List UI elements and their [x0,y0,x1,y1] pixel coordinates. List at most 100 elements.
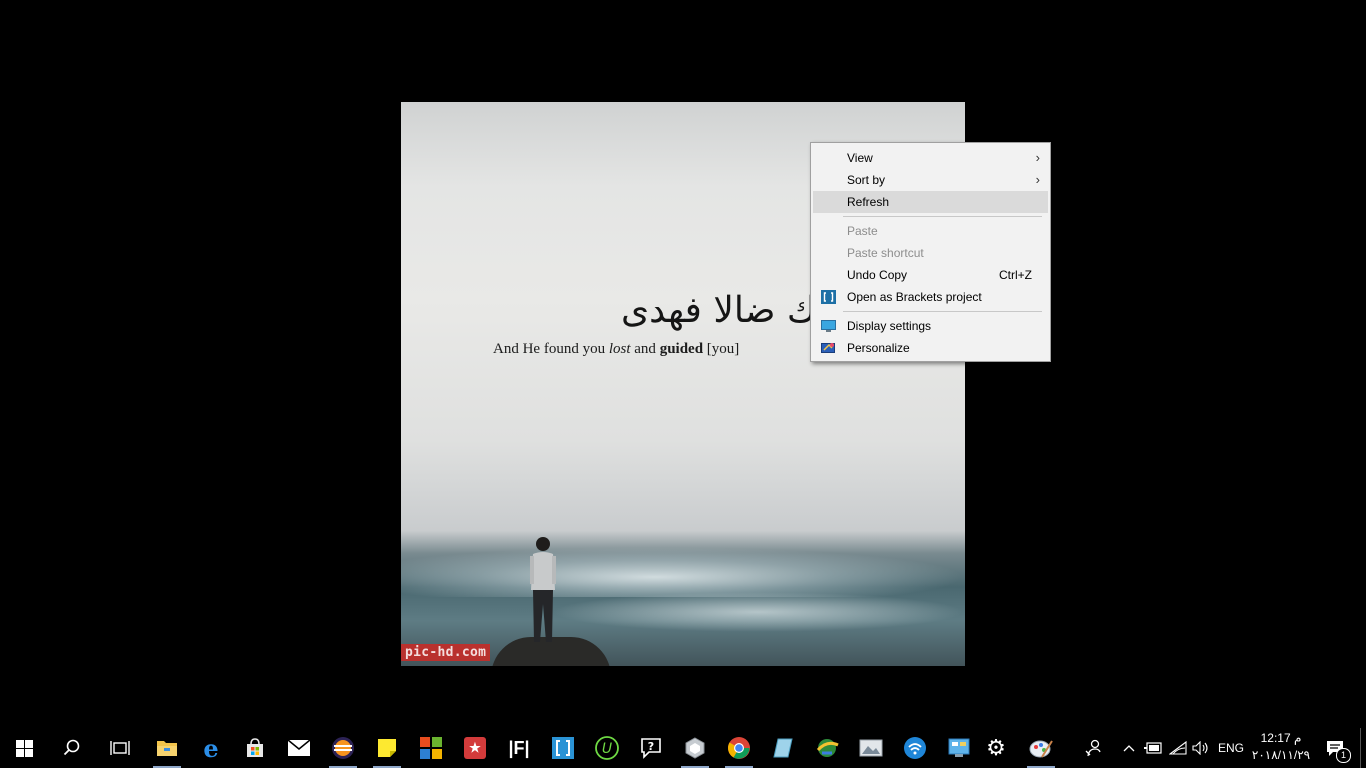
photos-icon [859,739,883,757]
network-button[interactable] [1166,728,1190,768]
taskbar-office[interactable] [411,728,451,768]
search-button[interactable] [52,728,92,768]
menu-item-label: Paste [847,224,878,238]
menu-item-label: Refresh [847,195,890,209]
clock-time: 12:17 م [1260,731,1302,745]
windows-logo-icon [15,739,33,757]
store-icon [247,738,263,757]
fl-icon: |F| [508,737,530,758]
paint-icon [1029,740,1053,758]
wunderlist-icon: ★ [464,737,486,759]
clock[interactable]: 12:17 م ٢٠١٨/١١/٢٩ [1250,730,1312,766]
start-button[interactable] [4,728,44,768]
feedback-icon: ? [641,738,661,759]
menu-item-display-settings[interactable]: Display settings [813,315,1048,337]
search-icon [63,739,80,756]
taskbar-chrome[interactable] [719,728,759,768]
taskbar-brackets[interactable] [543,728,583,768]
brackets-icon [821,290,836,304]
taskbar: e ★ |F| U ? ⚙ ENG 12:17 م ٢٠١٨/١١/٢٩ 1 [0,728,1366,768]
action-center-button[interactable]: 1 [1320,728,1351,768]
taskbar-settings[interactable]: ⚙ [976,728,1016,768]
shield-icon [685,737,705,759]
verse-lost: lost [608,341,631,357]
taskbar-upwork[interactable]: U [587,728,627,768]
taskbar-fl[interactable]: |F| [499,728,539,768]
wifi-icon [1169,741,1187,755]
menu-item-view[interactable]: View › [813,147,1048,169]
eclipse-icon [332,737,354,759]
taskbar-eclipse[interactable] [323,728,363,768]
taskbar-feedback[interactable]: ? [631,728,671,768]
chevron-right-icon: › [1035,172,1040,187]
upwork-icon: U [595,736,619,760]
verse-and: and [634,341,656,357]
sea-foam [401,547,965,597]
menu-item-paste[interactable]: Paste [813,220,1048,242]
taskbar-edge[interactable]: e [191,728,231,768]
watermark: pic-hd.com [401,644,491,661]
show-hidden-icons-button[interactable] [1118,728,1140,768]
menu-item-label: Personalize [847,341,910,355]
taskbar-internet-download[interactable] [807,728,847,768]
edge-icon: e [203,733,219,763]
menu-item-shortcut: Ctrl+Z [999,268,1032,282]
people-button[interactable] [1080,728,1108,768]
office-icon [420,737,442,759]
menu-item-sort-by[interactable]: Sort by › [813,169,1048,191]
taskbar-control-panel[interactable] [939,728,979,768]
taskbar-paint[interactable] [1021,728,1061,768]
svg-text:U: U [602,741,612,757]
notification-count-badge: 1 [1336,748,1351,763]
battery-button[interactable] [1142,728,1164,768]
taskbar-shield[interactable] [675,728,715,768]
menu-item-refresh[interactable]: Refresh [813,191,1048,213]
task-view-icon [110,741,130,755]
menu-item-label: Undo Copy [847,268,908,282]
taskbar-file-explorer[interactable] [147,728,187,768]
verse-prefix: And He found you [493,341,606,357]
taskbar-mail[interactable] [279,728,319,768]
taskbar-notes[interactable] [763,728,803,768]
battery-icon [1144,742,1162,754]
show-desktop-button[interactable] [1360,728,1366,768]
internet-download-icon [816,739,839,757]
taskbar-wifi-app[interactable] [895,728,935,768]
menu-item-label: Paste shortcut [847,246,924,260]
sticky-notes-icon [378,739,396,757]
chevron-up-icon [1123,745,1135,752]
svg-text:?: ? [648,740,654,753]
volume-button[interactable] [1190,728,1212,768]
task-view-button[interactable] [100,728,140,768]
control-panel-icon [948,738,970,757]
input-language-button[interactable]: ENG [1214,728,1248,768]
wifi-app-icon [904,737,926,759]
personalize-icon [821,343,835,353]
sea-foam-lower [551,592,965,632]
menu-item-personalize[interactable]: Personalize [813,337,1048,359]
taskbar-wunderlist[interactable]: ★ [455,728,495,768]
menu-item-undo-copy[interactable]: Undo Copy Ctrl+Z [813,264,1048,286]
english-verse: And He found you lost and guided [you] [493,341,739,358]
mail-icon [287,739,311,756]
display-icon [821,320,836,332]
menu-item-label: Display settings [847,319,932,333]
menu-item-label: Sort by [847,173,886,187]
taskbar-sticky-notes[interactable] [367,728,407,768]
menu-item-paste-shortcut[interactable]: Paste shortcut [813,242,1048,264]
chevron-right-icon: › [1035,150,1040,165]
menu-item-label: Open as Brackets project [847,290,982,304]
taskbar-photos[interactable] [851,728,891,768]
brackets-icon [552,737,574,759]
menu-item-open-brackets[interactable]: Open as Brackets project [813,286,1048,308]
menu-separator [843,311,1042,312]
file-explorer-icon [157,741,177,756]
desktop-context-menu: View › Sort by › Refresh Paste Paste sho… [810,142,1051,362]
notes-icon [773,738,793,758]
speaker-icon [1192,741,1208,755]
taskbar-store[interactable] [235,728,275,768]
person-figure [530,537,556,642]
menu-item-label: View [847,151,873,165]
verse-guided: guided [659,341,704,357]
menu-separator [843,216,1042,217]
